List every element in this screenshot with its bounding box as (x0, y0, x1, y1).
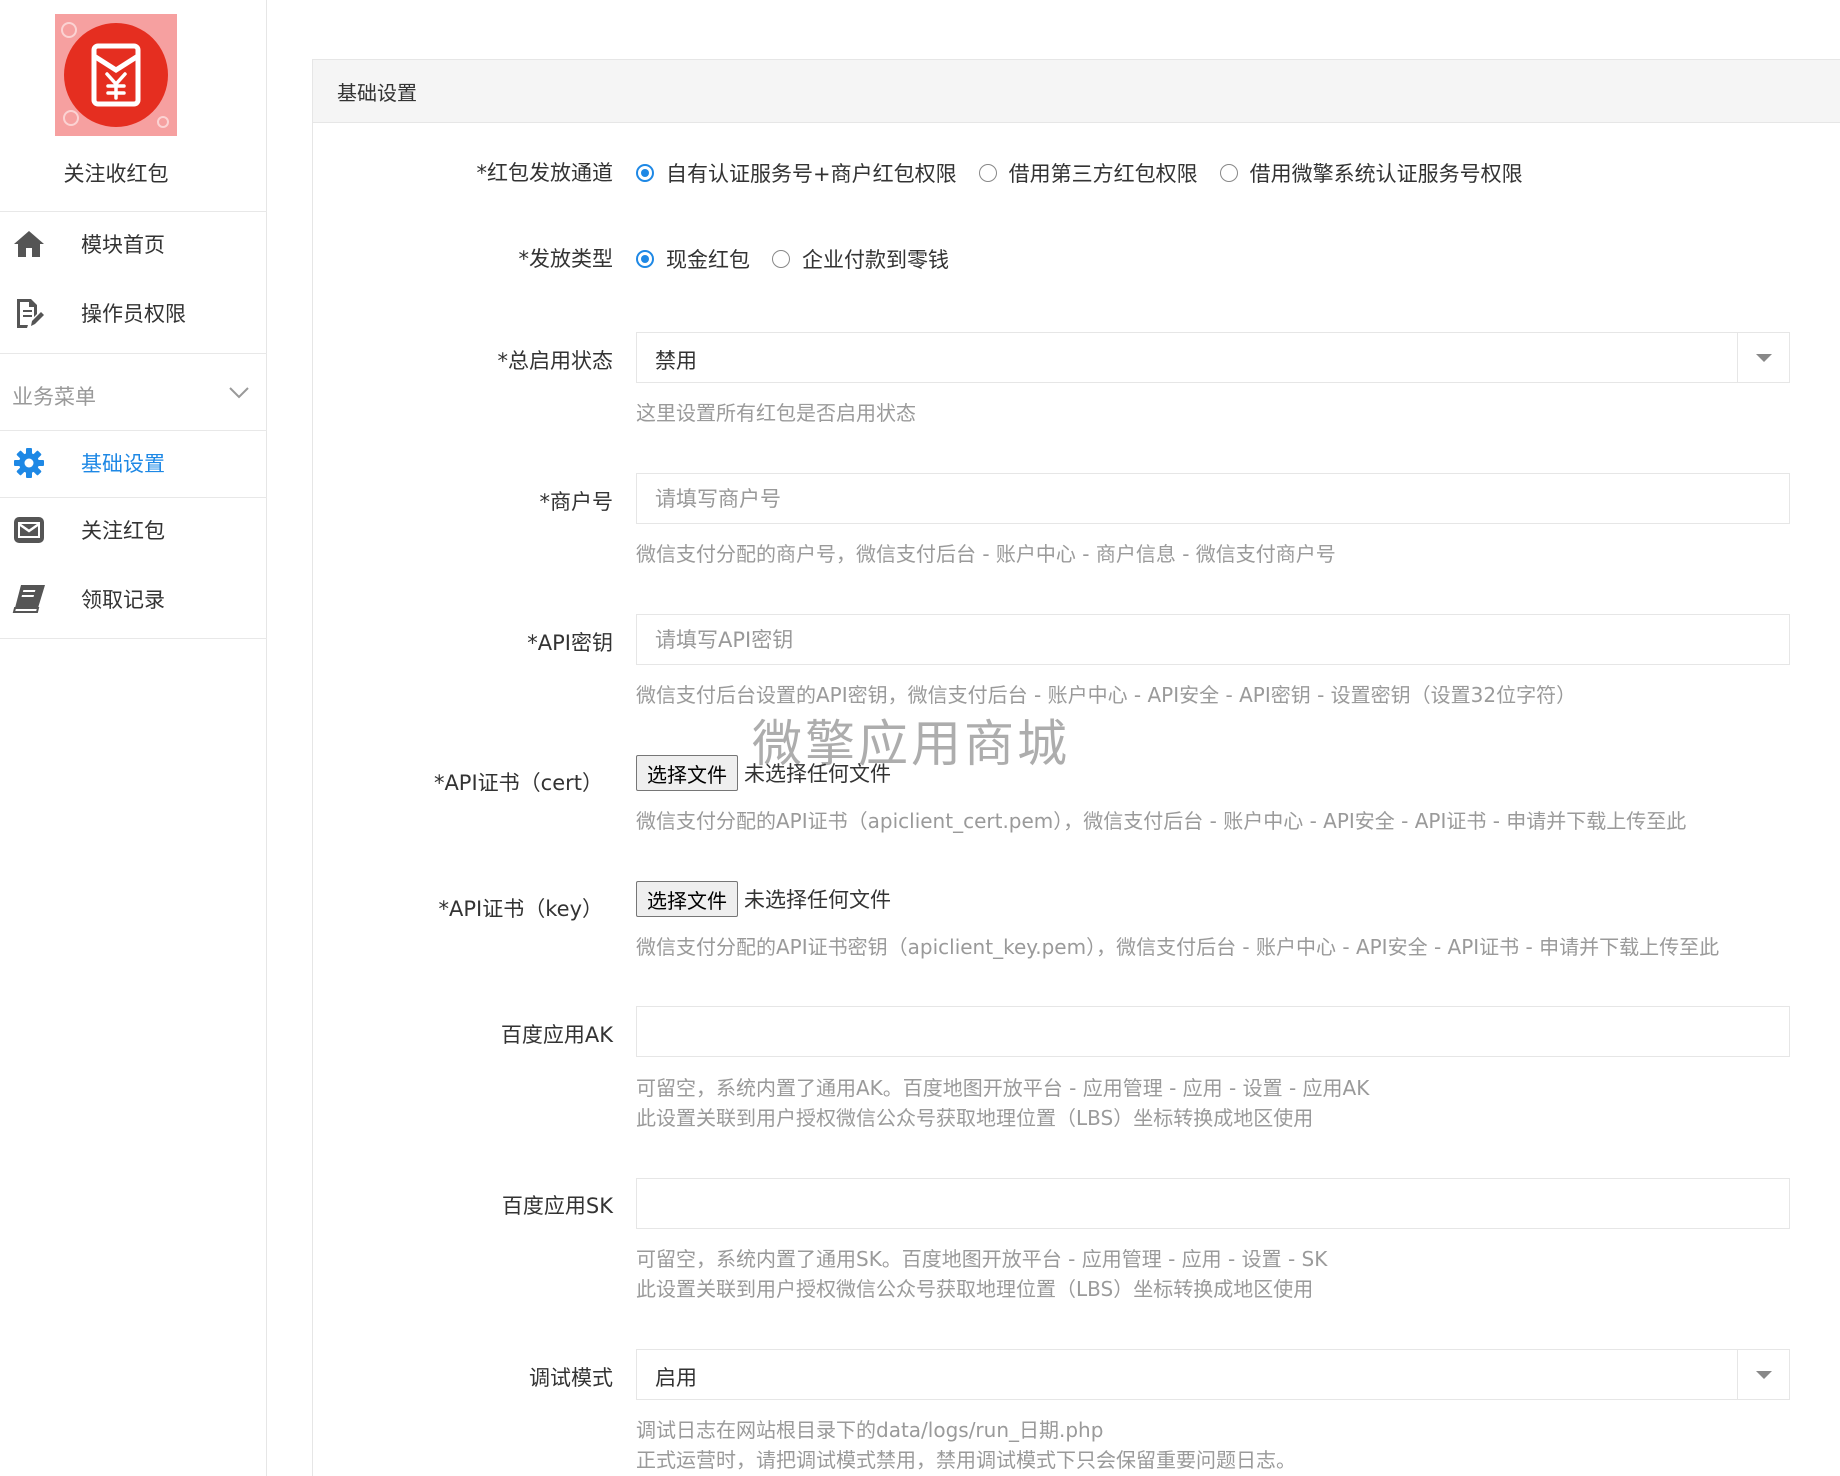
panel-title: 基础设置 (337, 80, 417, 105)
key-help: 微信支付分配的API证书密钥（apiclient_key.pem），微信支付后台… (636, 935, 1720, 959)
radio-checked[interactable] (636, 250, 654, 268)
status-select[interactable]: 禁用 (636, 332, 1790, 383)
cert-label: *API证书（cert） (433, 771, 603, 795)
cert-file-row: 选择文件 未选择任何文件 (636, 755, 891, 791)
cert-choose-file-button[interactable]: 选择文件 (636, 755, 738, 791)
chevron-down-icon (228, 385, 250, 404)
section-label: 业务菜单 (12, 385, 96, 409)
panel-header: 基础设置 (313, 60, 1840, 123)
status-label: *总启用状态 (497, 349, 614, 373)
sidebar-item-claim-records[interactable]: 领取记录 (0, 569, 267, 629)
sidebar-item-label: 领取记录 (81, 588, 165, 612)
sidebar-item-label: 基础设置 (81, 452, 165, 476)
sidebar-item-follow-red-packet[interactable]: 关注红包 (0, 500, 267, 560)
dropdown-arrow-icon (1756, 354, 1772, 362)
debug-help-1: 调试日志在网站根目录下的data/logs/run_日期.php (636, 1418, 1104, 1442)
sidebar-item-operator-permissions[interactable]: 操作员权限 (0, 283, 267, 343)
home-icon (12, 227, 46, 261)
book-icon (12, 582, 46, 616)
gear-icon (12, 446, 46, 480)
merchant-id-label: *商户号 (539, 490, 614, 514)
sidebar-divider (0, 353, 267, 354)
sidebar-divider (0, 430, 267, 431)
key-file-row: 选择文件 未选择任何文件 (636, 881, 891, 917)
merchant-id-input[interactable] (636, 473, 1790, 524)
baidu-ak-input[interactable] (636, 1006, 1790, 1057)
merchant-id-help: 微信支付分配的商户号，微信支付后台 - 账户中心 - 商户信息 - 微信支付商户… (636, 542, 1336, 566)
sidebar-item-basic-settings[interactable]: 基础设置 (0, 433, 267, 493)
sidebar-divider (0, 497, 267, 498)
radio-unchecked[interactable] (772, 250, 790, 268)
sidebar-item-module-home[interactable]: 模块首页 (0, 214, 267, 274)
api-key-input[interactable] (636, 614, 1790, 665)
document-edit-icon (12, 296, 46, 330)
select-arrow-box[interactable] (1737, 333, 1789, 382)
key-label: *API证书（key） (438, 897, 603, 921)
baidu-sk-help-1: 可留空，系统内置了通用SK。百度地图开放平台 - 应用管理 - 应用 - 设置 … (636, 1247, 1328, 1271)
select-arrow-box[interactable] (1737, 1350, 1789, 1399)
key-choose-file-button[interactable]: 选择文件 (636, 881, 738, 917)
key-file-status: 未选择任何文件 (744, 888, 891, 912)
envelope-icon (12, 513, 46, 547)
send-type-option-cash[interactable]: 现金红包 (636, 244, 750, 274)
cert-file-status: 未选择任何文件 (744, 762, 891, 786)
app-logo (55, 14, 177, 136)
send-type-label: *发放类型 (518, 247, 614, 271)
sidebar-section-business-menu[interactable]: 业务菜单 (0, 363, 267, 429)
status-select-value: 禁用 (655, 349, 697, 373)
sidebar-divider (0, 211, 267, 212)
baidu-sk-label: 百度应用SK (501, 1194, 613, 1218)
red-envelope-logo-icon (55, 14, 177, 136)
sidebar-item-label: 关注红包 (81, 519, 165, 543)
debug-select-value: 启用 (655, 1366, 697, 1390)
channel-option-own[interactable]: 自有认证服务号+商户红包权限 (636, 158, 957, 188)
debug-help-2: 正式运营时，请把调试模式禁用，禁用调试模式下只会保留重要问题日志。 (636, 1448, 1296, 1472)
api-key-label: *API密钥 (527, 631, 613, 655)
baidu-ak-help-2: 此设置关联到用户授权微信公众号获取地理位置（LBS）坐标转换成地区使用 (636, 1106, 1314, 1130)
radio-checked[interactable] (636, 164, 654, 182)
channel-option-third-party[interactable]: 借用第三方红包权限 (978, 158, 1198, 188)
channel-radio-group: 自有认证服务号+商户红包权限 借用第三方红包权限 借用微擎系统认证服务号权限 (636, 158, 1545, 188)
baidu-ak-help-1: 可留空，系统内置了通用AK。百度地图开放平台 - 应用管理 - 应用 - 设置 … (636, 1076, 1370, 1100)
debug-select[interactable]: 启用 (636, 1349, 1790, 1400)
baidu-sk-input[interactable] (636, 1178, 1790, 1229)
send-type-radio-group: 现金红包 企业付款到零钱 (636, 244, 971, 274)
app-name: 关注收红包 (63, 162, 169, 186)
sidebar: 关注收红包 模块首页 操作员权限 业务菜单 基础设置 关注红包 领取记录 (0, 0, 267, 1476)
sidebar-divider (0, 638, 267, 639)
send-type-option-transfer[interactable]: 企业付款到零钱 (772, 244, 949, 274)
status-help: 这里设置所有红包是否启用状态 (636, 401, 916, 425)
channel-option-system[interactable]: 借用微擎系统认证服务号权限 (1219, 158, 1523, 188)
sidebar-item-label: 模块首页 (81, 233, 165, 257)
channel-label: *红包发放通道 (476, 161, 614, 185)
cert-help: 微信支付分配的API证书（apiclient_cert.pem），微信支付后台 … (636, 809, 1687, 833)
baidu-ak-label: 百度应用AK (500, 1023, 613, 1047)
dropdown-arrow-icon (1756, 1371, 1772, 1379)
radio-unchecked[interactable] (1219, 164, 1238, 182)
sidebar-item-label: 操作员权限 (81, 302, 186, 326)
debug-label: 调试模式 (529, 1366, 613, 1390)
baidu-sk-help-2: 此设置关联到用户授权微信公众号获取地理位置（LBS）坐标转换成地区使用 (636, 1277, 1314, 1301)
radio-unchecked[interactable] (978, 164, 997, 182)
